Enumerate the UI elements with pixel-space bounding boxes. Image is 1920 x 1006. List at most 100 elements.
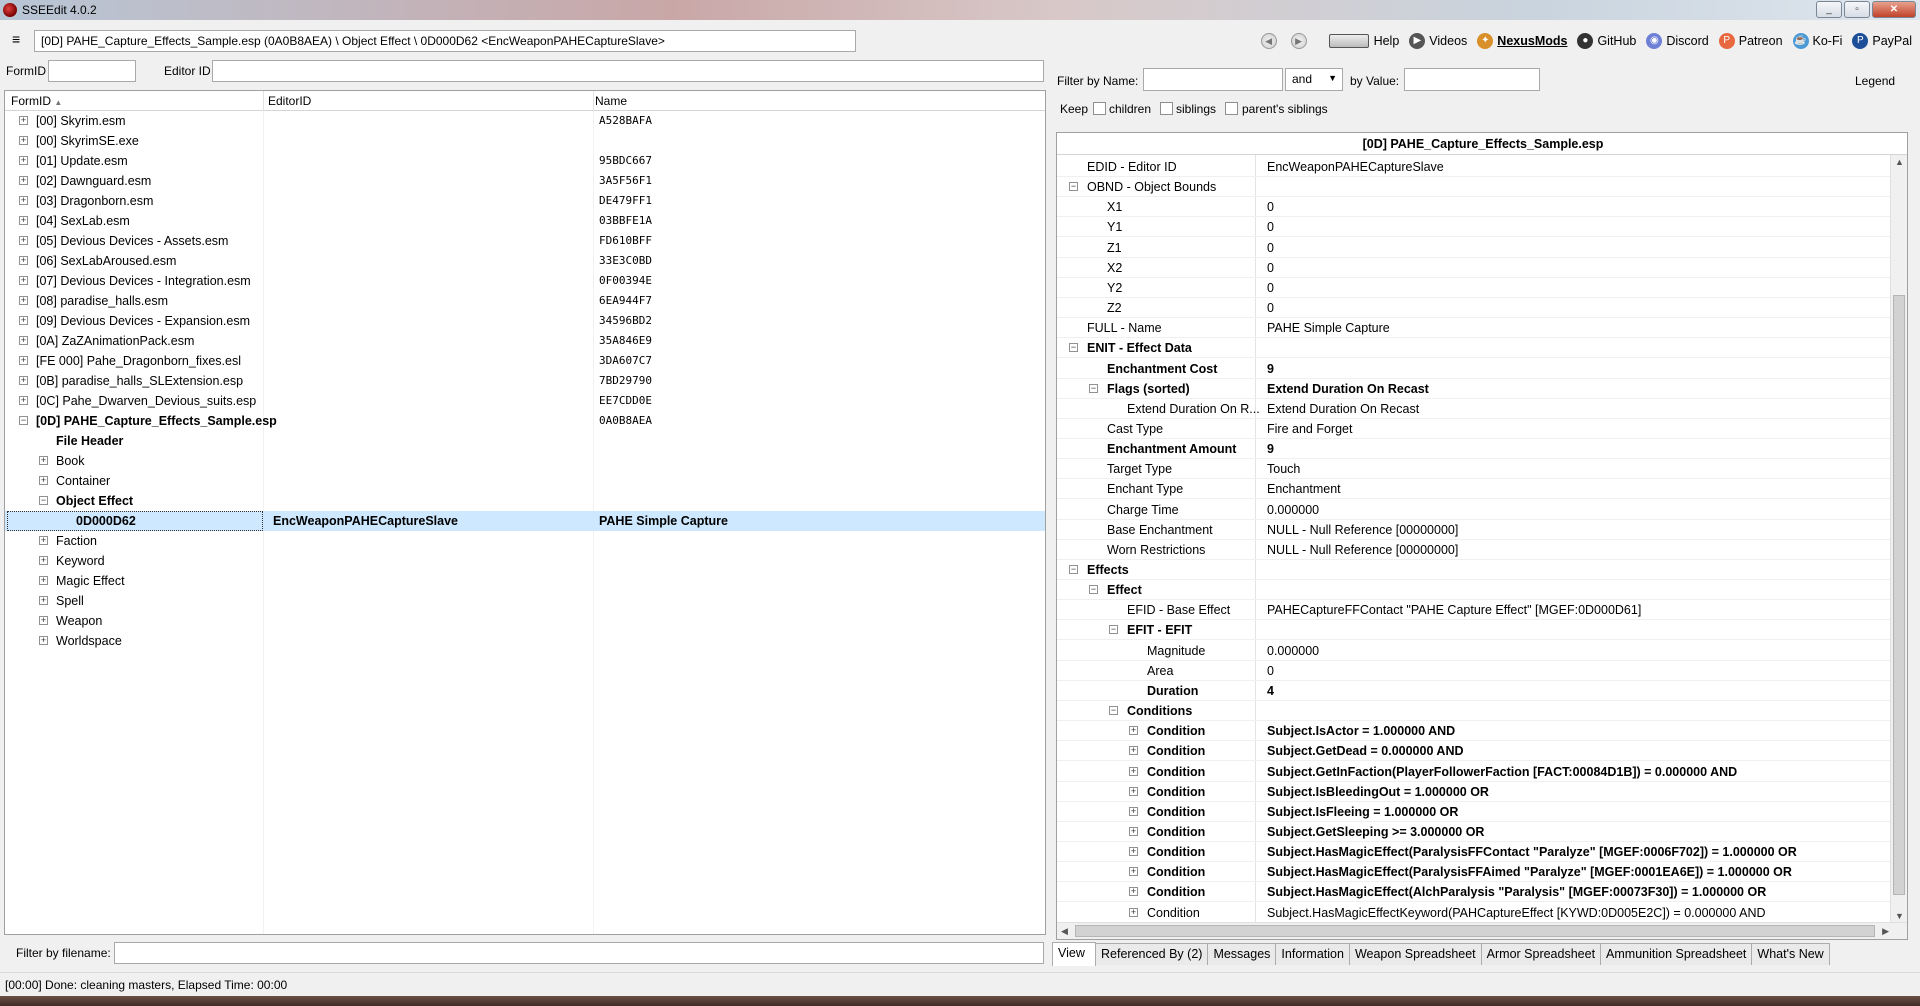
tab-messages[interactable]: Messages xyxy=(1207,943,1277,965)
tree-row[interactable]: + Container xyxy=(5,471,1045,491)
expand-icon[interactable]: + xyxy=(19,256,28,265)
collapse-icon[interactable]: − xyxy=(19,416,28,425)
expand-icon[interactable]: + xyxy=(19,296,28,305)
expand-icon[interactable]: + xyxy=(19,196,28,205)
record-field-value[interactable]: Subject.GetSleeping >= 3.000000 OR xyxy=(1267,825,1484,839)
collapse-icon[interactable]: − xyxy=(1089,585,1098,595)
record-field-row[interactable]: FULL - Name PAHE Simple Capture xyxy=(1057,318,1892,339)
expand-icon[interactable]: + xyxy=(1129,847,1138,857)
record-field-row[interactable]: Z1 0 xyxy=(1057,238,1892,258)
record-field-row[interactable]: − Effects xyxy=(1057,560,1892,580)
record-field-value[interactable]: NULL - Null Reference [00000000] xyxy=(1267,543,1458,557)
tree-row[interactable]: − [0D] PAHE_Capture_Effects_Sample.esp 0A0… xyxy=(5,411,1045,431)
record-field-value[interactable]: 0.000000 xyxy=(1267,644,1319,658)
back-icon[interactable]: ◀ xyxy=(1260,33,1277,49)
collapse-icon[interactable]: − xyxy=(1069,343,1078,353)
scroll-left-icon[interactable]: ◀ xyxy=(1061,926,1068,937)
record-field-row[interactable]: + Condition Subject.IsBleedingOut = 1.0000… xyxy=(1057,782,1892,802)
record-field-value[interactable]: Subject.HasMagicEffect(ParalysisFFAimed … xyxy=(1267,865,1792,879)
record-field-row[interactable]: Enchant Type Enchantment xyxy=(1057,479,1892,500)
tree-row[interactable]: + [0B] paradise_halls_SLExtension.esp 7BD2… xyxy=(5,371,1045,391)
expand-icon[interactable]: + xyxy=(1129,826,1138,836)
record-field-value[interactable]: 0 xyxy=(1267,200,1274,214)
tree-row[interactable]: + [03] Dragonborn.esm DE479FF1 xyxy=(5,191,1045,211)
record-field-row[interactable]: Cast Type Fire and Forget xyxy=(1057,419,1892,439)
expand-icon[interactable]: + xyxy=(19,396,28,405)
record-field-row[interactable]: + Condition Subject.HasMagicEffect(AlchPar… xyxy=(1057,882,1892,903)
expand-icon[interactable]: + xyxy=(1129,786,1138,796)
record-field-row[interactable]: EFID - Base Effect PAHECaptureFFContact "… xyxy=(1057,600,1892,621)
record-field-row[interactable]: − EFIT - EFIT xyxy=(1057,620,1892,641)
record-field-row[interactable]: Duration 4 xyxy=(1057,681,1892,701)
record-field-value[interactable]: Subject.IsFleeing = 1.000000 OR xyxy=(1267,805,1458,819)
scroll-up-icon[interactable]: ▲ xyxy=(1895,157,1904,167)
record-field-value[interactable]: PAHE Simple Capture xyxy=(1267,321,1390,335)
expand-icon[interactable]: + xyxy=(19,236,28,245)
expand-icon[interactable]: + xyxy=(39,636,48,645)
record-field-row[interactable]: − Flags (sorted) Extend Duration On Recast xyxy=(1057,379,1892,399)
tree-row[interactable]: + [07] Devious Devices - Integration.esm 0… xyxy=(5,271,1045,291)
collapse-icon[interactable]: − xyxy=(39,496,48,505)
collapse-icon[interactable]: − xyxy=(1069,565,1078,574)
maximize-button[interactable]: ▫ xyxy=(1844,1,1870,18)
tree-row[interactable]: + Weapon xyxy=(5,611,1045,631)
record-field-value[interactable]: Enchantment xyxy=(1267,482,1341,496)
record-field-value[interactable]: Subject.GetDead = 0.000000 AND xyxy=(1267,744,1464,758)
collapse-icon[interactable]: − xyxy=(1109,625,1118,635)
editorid-filter-input[interactable] xyxy=(212,60,1044,82)
tab-view[interactable]: View xyxy=(1052,942,1096,966)
siblings-checkbox[interactable] xyxy=(1160,102,1173,115)
record-field-value[interactable]: NULL - Null Reference [00000000] xyxy=(1267,523,1458,537)
record-field-row[interactable]: Area 0 xyxy=(1057,661,1892,681)
horizontal-scrollbar[interactable]: ◀ ▶ xyxy=(1057,922,1907,939)
record-field-row[interactable]: − Effect xyxy=(1057,580,1892,601)
record-field-row[interactable]: X1 0 xyxy=(1057,197,1892,218)
record-field-row[interactable]: X2 0 xyxy=(1057,258,1892,278)
filter-by-name-input[interactable] xyxy=(1143,68,1283,91)
close-button[interactable]: ✕ xyxy=(1872,1,1916,18)
expand-icon[interactable]: + xyxy=(1129,907,1138,917)
tree-row-selected[interactable]: 0D000D62 EncWeaponPAHECaptureSlave PAHE Si… xyxy=(5,511,1045,531)
col-name[interactable]: Name xyxy=(595,94,627,108)
minimize-button[interactable]: _ xyxy=(1816,1,1842,18)
tree-row[interactable]: + [00] SkyrimSE.exe xyxy=(5,131,1045,151)
record-field-row[interactable]: Magnitude 0.000000 xyxy=(1057,641,1892,661)
expand-icon[interactable]: + xyxy=(19,356,28,365)
filename-filter-input[interactable] xyxy=(114,942,1044,964)
parent-siblings-checkbox[interactable] xyxy=(1225,102,1238,115)
record-field-row[interactable]: Worn Restrictions NULL - Null Reference [… xyxy=(1057,540,1892,560)
expand-icon[interactable]: + xyxy=(1129,726,1138,736)
tree-row[interactable]: + [0A] ZaZAnimationPack.esm 35A846E9 xyxy=(5,331,1045,351)
tab-weapon-spreadsheet[interactable]: Weapon Spreadsheet xyxy=(1348,943,1482,965)
record-field-value[interactable]: 0 xyxy=(1267,220,1274,234)
record-field-value[interactable]: EncWeaponPAHECaptureSlave xyxy=(1267,160,1444,174)
scroll-right-icon[interactable]: ▶ xyxy=(1882,926,1889,937)
tree-row[interactable]: + [04] SexLab.esm 03BBFE1A xyxy=(5,211,1045,231)
record-field-value[interactable]: PAHECaptureFFContact "PAHE Capture Effec… xyxy=(1267,603,1641,617)
record-field-row[interactable]: − Conditions xyxy=(1057,701,1892,722)
patreon-link[interactable]: P Patreon xyxy=(1718,33,1783,49)
collapse-icon[interactable]: − xyxy=(1069,182,1078,192)
expand-icon[interactable]: + xyxy=(19,276,28,285)
record-field-value[interactable]: Subject.IsActor = 1.000000 AND xyxy=(1267,724,1455,738)
record-field-value[interactable]: Touch xyxy=(1267,462,1300,476)
collapse-icon[interactable]: − xyxy=(1089,383,1098,393)
record-field-value[interactable]: 0 xyxy=(1267,281,1274,295)
legend-button[interactable]: Legend xyxy=(1855,74,1895,88)
expand-icon[interactable]: + xyxy=(39,596,48,605)
record-field-row[interactable]: Y2 0 xyxy=(1057,278,1892,298)
expand-icon[interactable]: + xyxy=(19,116,28,125)
expand-icon[interactable]: + xyxy=(39,456,48,465)
kofi-link[interactable]: ☕ Ko-Fi xyxy=(1792,33,1842,49)
menu-icon[interactable]: ≡ xyxy=(12,32,26,47)
tab-information[interactable]: Information xyxy=(1275,943,1350,965)
path-field[interactable]: [0D] PAHE_Capture_Effects_Sample.esp (0A… xyxy=(34,30,856,52)
record-field-row[interactable]: Y1 0 xyxy=(1057,217,1892,238)
paypal-link[interactable]: P PayPal xyxy=(1852,33,1912,49)
record-field-row[interactable]: EDID - Editor ID EncWeaponPAHECaptureSlav… xyxy=(1057,157,1892,177)
tree-row[interactable]: + Faction xyxy=(5,531,1045,551)
expand-icon[interactable]: + xyxy=(19,316,28,325)
record-field-row[interactable]: Base Enchantment NULL - Null Reference [0… xyxy=(1057,520,1892,540)
record-field-row[interactable]: + Condition Subject.GetInFaction(PlayerFol… xyxy=(1057,762,1892,782)
tree-row[interactable]: + Book xyxy=(5,451,1045,471)
